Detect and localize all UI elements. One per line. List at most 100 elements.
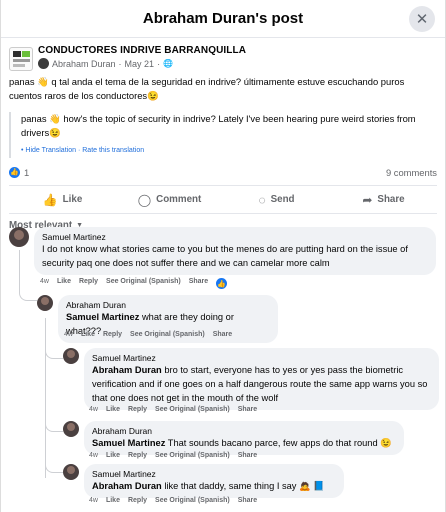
post-date[interactable]: May 21 bbox=[125, 59, 155, 69]
share-label: Share bbox=[377, 194, 405, 205]
comment-actions: 4w Like Reply See Original (Spanish) Sha… bbox=[40, 278, 228, 289]
dialog-title: Abraham Duran's post bbox=[142, 10, 304, 27]
like-count-value: 1 bbox=[24, 166, 30, 178]
thread-elbow bbox=[45, 345, 63, 359]
comment-actions: 4w Like Reply See Original (Spanish) Sha… bbox=[89, 497, 257, 504]
dot-icon: • bbox=[21, 147, 24, 154]
comment-bubble: Abraham Duran Samuel Martinez That sound… bbox=[84, 421, 404, 455]
comment-bubble: Samuel Martinez Abraham Duran bro to sta… bbox=[84, 348, 439, 410]
post-actions: 👍 Like ◯ Comment ◌ Send ➦ Share bbox=[9, 185, 437, 214]
comment-share-button[interactable]: Share bbox=[238, 452, 257, 459]
comment-body: like that daddy, same thing I say 🙇 📘 bbox=[161, 481, 325, 491]
comment-text: I do not know what stories came to you b… bbox=[42, 244, 408, 268]
comment-text: Abraham Duran bro to start, everyone has… bbox=[92, 363, 431, 405]
dialog-header: Abraham Duran's post ✕ bbox=[1, 0, 445, 38]
post-counts: 👍 1 9 comments bbox=[1, 161, 445, 183]
mention[interactable]: Abraham Duran bbox=[92, 365, 162, 375]
like-button[interactable]: 👍 Like bbox=[9, 186, 116, 213]
like-label: Like bbox=[62, 194, 83, 205]
comment-reply: Samuel Martinez Abraham Duran bro to sta… bbox=[63, 348, 439, 410]
avatar[interactable] bbox=[63, 421, 79, 437]
group-avatar[interactable] bbox=[9, 47, 33, 71]
commenter-name[interactable]: Samuel Martinez bbox=[42, 232, 428, 242]
post-text: panas 👋 q tal anda el tema de la segurid… bbox=[9, 76, 405, 101]
see-original-button[interactable]: See Original (Spanish) bbox=[155, 497, 230, 504]
comment-actions: 4w Like Reply See Original (Spanish) Sha… bbox=[89, 406, 257, 413]
comment-count[interactable]: 9 comments bbox=[386, 167, 437, 178]
rate-translation-link[interactable]: Rate this translation bbox=[82, 147, 144, 154]
author-line: Abraham Duran · May 21 · 🌐 bbox=[38, 58, 246, 69]
comment-time[interactable]: 4w bbox=[89, 452, 98, 459]
comment-time[interactable]: 4w bbox=[40, 278, 49, 289]
comment-bubble: Samuel Martinez I do not know what stori… bbox=[34, 227, 436, 275]
comment-bubble: Samuel Martinez Abraham Duran like that … bbox=[84, 464, 344, 498]
comment-reply: Abraham Duran Samuel Martinez That sound… bbox=[63, 421, 404, 455]
comment-like-button[interactable]: Like bbox=[106, 406, 120, 413]
comment-time[interactable]: 4w bbox=[64, 331, 73, 338]
post-dialog: Abraham Duran's post ✕ CONDUCTORES INDRI… bbox=[0, 0, 446, 512]
close-icon[interactable]: ✕ bbox=[409, 6, 435, 32]
mention[interactable]: Abraham Duran bbox=[92, 481, 162, 491]
comment-reply-button[interactable]: Reply bbox=[128, 497, 147, 504]
avatar[interactable] bbox=[37, 295, 53, 311]
comment-label: Comment bbox=[156, 194, 202, 205]
comment-icon: ◯ bbox=[137, 192, 152, 207]
send-label: Send bbox=[270, 194, 295, 205]
comment-button[interactable]: ◯ Comment bbox=[116, 186, 223, 213]
thread-elbow bbox=[19, 285, 37, 301]
globe-icon: 🌐 bbox=[163, 59, 174, 68]
comment-share-button[interactable]: Share bbox=[213, 331, 232, 338]
comment-share-button[interactable]: Share bbox=[238, 497, 257, 504]
avatar[interactable] bbox=[63, 464, 79, 480]
separator: · bbox=[157, 58, 161, 69]
post-header: CONDUCTORES INDRIVE BARRANQUILLA Abraham… bbox=[1, 38, 445, 72]
comment-actions: 4w Like Reply See Original (Spanish) Sha… bbox=[89, 452, 257, 459]
send-button[interactable]: ◌ Send bbox=[223, 186, 330, 213]
messenger-icon: ◌ bbox=[258, 192, 266, 207]
comment: Samuel Martinez I do not know what stori… bbox=[9, 227, 436, 275]
commenter-name[interactable]: Samuel Martinez bbox=[92, 353, 431, 363]
thumbs-up-icon: 👍 bbox=[42, 192, 58, 207]
comment-body: That sounds bacano parce, few apps do th… bbox=[165, 438, 392, 448]
like-count[interactable]: 👍 1 bbox=[9, 166, 30, 178]
translation-text: panas 👋 how's the topic of security in i… bbox=[21, 113, 416, 138]
group-name[interactable]: CONDUCTORES INDRIVE BARRANQUILLA bbox=[38, 45, 246, 56]
translation-block: panas 👋 how's the topic of security in i… bbox=[9, 112, 437, 158]
see-original-button[interactable]: See Original (Spanish) bbox=[155, 452, 230, 459]
see-original-button[interactable]: See Original (Spanish) bbox=[106, 278, 181, 289]
comment-text: Samuel Martinez That sounds bacano parce… bbox=[92, 436, 396, 450]
comment-time[interactable]: 4w bbox=[89, 406, 98, 413]
hide-translation-link[interactable]: Hide Translation bbox=[25, 147, 76, 154]
commenter-name[interactable]: Samuel Martinez bbox=[92, 469, 336, 479]
comment-share-button[interactable]: Share bbox=[238, 406, 257, 413]
comment-reply-button[interactable]: Reply bbox=[103, 331, 122, 338]
share-button[interactable]: ➦ Share bbox=[330, 186, 437, 213]
comment-reply-button[interactable]: Reply bbox=[128, 452, 147, 459]
comment-text: Abraham Duran like that daddy, same thin… bbox=[92, 479, 336, 493]
comment-like-button[interactable]: Like bbox=[81, 331, 95, 338]
comment-like-button[interactable]: Like bbox=[106, 452, 120, 459]
comment-reply-button[interactable]: Reply bbox=[79, 278, 98, 289]
separator: · bbox=[118, 58, 122, 69]
avatar[interactable] bbox=[63, 348, 79, 364]
mention[interactable]: Samuel Martinez bbox=[92, 438, 165, 448]
avatar[interactable] bbox=[9, 227, 29, 247]
dot-separator: · bbox=[77, 147, 81, 154]
post-author[interactable]: Abraham Duran bbox=[52, 59, 116, 69]
see-original-button[interactable]: See Original (Spanish) bbox=[130, 331, 205, 338]
see-original-button[interactable]: See Original (Spanish) bbox=[155, 406, 230, 413]
comment-share-button[interactable]: Share bbox=[189, 278, 208, 289]
comment-reply: Samuel Martinez Abraham Duran like that … bbox=[63, 464, 344, 498]
like-badge-icon: 👍 bbox=[9, 166, 20, 178]
avatar[interactable] bbox=[38, 58, 49, 69]
comment-like-button[interactable]: Like bbox=[57, 278, 71, 289]
comment-time[interactable]: 4w bbox=[89, 497, 98, 504]
thread-elbow bbox=[45, 459, 63, 473]
comment-like-button[interactable]: Like bbox=[106, 497, 120, 504]
comment-reply-button[interactable]: Reply bbox=[128, 406, 147, 413]
commenter-name[interactable]: Abraham Duran bbox=[92, 426, 396, 436]
commenter-name[interactable]: Abraham Duran bbox=[66, 300, 270, 310]
comment-actions: 4w Like Reply See Original (Spanish) Sha… bbox=[64, 331, 232, 338]
translation-links: • Hide Translation · Rate this translati… bbox=[21, 144, 437, 158]
mention[interactable]: Samuel Martinez bbox=[66, 312, 139, 322]
